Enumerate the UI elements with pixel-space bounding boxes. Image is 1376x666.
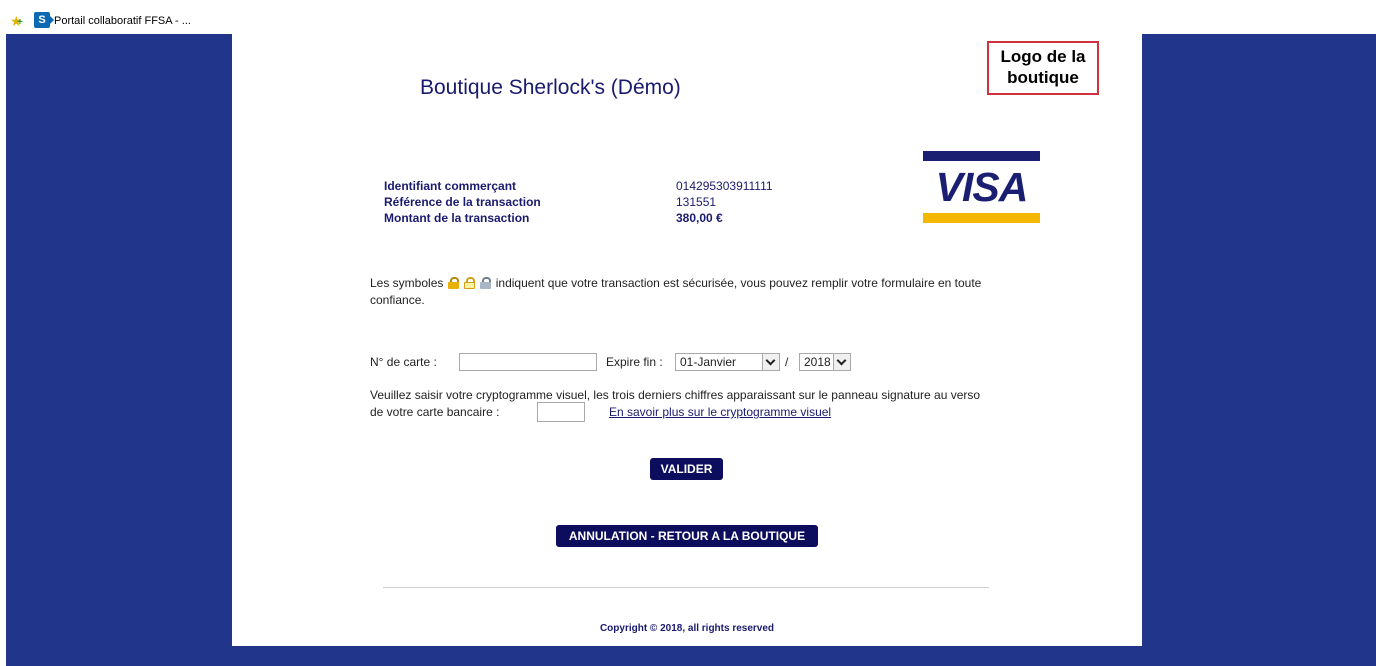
cvv-info-link[interactable]: En savoir plus sur le cryptogramme visue… (609, 404, 831, 421)
security-notice: Les symboles indiquent que votre transac… (370, 275, 1010, 309)
amount-value: 380,00 € (676, 211, 723, 225)
logo-line-1: Logo de la (1000, 47, 1086, 66)
expiry-label: Expire fin : (606, 355, 663, 369)
merchant-id-label: Identifiant commerçant (384, 179, 517, 193)
expiry-separator: / (785, 355, 789, 369)
visa-top-bar (923, 151, 1040, 161)
favorites-bar: ★ S Portail collaboratif FFSA - ... (0, 0, 1376, 34)
shop-logo-placeholder: Logo de la boutique (987, 41, 1099, 95)
card-number-label: N° de carte : (370, 355, 437, 369)
expiry-month-select[interactable]: 01-Janvier (675, 353, 780, 371)
cvv-label: de votre carte bancaire : (370, 405, 500, 419)
card-row: N° de carte : Expire fin : 01-Janvier / … (370, 353, 990, 373)
favorite-link-portail[interactable]: Portail collaboratif FFSA - ... (54, 14, 191, 28)
logo-line-2: boutique (1007, 68, 1079, 87)
security-text-before: Les symboles (370, 276, 444, 290)
expiry-year-select[interactable]: 2018 (799, 353, 851, 371)
shop-title: Boutique Sherlock's (Démo) (420, 76, 681, 99)
sharepoint-icon: S (34, 12, 54, 28)
validate-button[interactable]: VALIDER (650, 458, 723, 480)
reference-label: Référence de la transaction (384, 195, 541, 209)
expiry-month-value: 01-Janvier (680, 355, 737, 369)
cvv-instructions: Veuillez saisir votre cryptogramme visue… (370, 388, 981, 402)
add-favorite-star-icon[interactable]: ★ (10, 14, 23, 30)
visa-logo: VISA (923, 151, 1040, 223)
copyright-text: Copyright © 2018, all rights reserved (599, 623, 775, 634)
payment-page-background: Boutique Sherlock's (Démo) Logo de la bo… (6, 34, 1376, 666)
chevron-down-icon[interactable] (762, 354, 779, 370)
amount-label: Montant de la transaction (384, 211, 530, 225)
merchant-id-value: 014295303911111 (676, 179, 773, 193)
lock-gold-icon (447, 277, 459, 289)
reference-value: 131551 (676, 195, 717, 209)
payment-panel: Boutique Sherlock's (Démo) Logo de la bo… (232, 34, 1142, 646)
card-number-input[interactable] (459, 353, 597, 371)
chevron-down-icon[interactable] (833, 354, 850, 370)
lock-grey-icon (480, 277, 492, 289)
visa-wordmark: VISA (935, 164, 1029, 210)
lock-open-yellow-icon (464, 277, 476, 289)
footer-divider (383, 587, 989, 588)
cvv-input[interactable] (537, 402, 585, 422)
visa-bottom-bar (923, 213, 1040, 223)
cancel-return-button[interactable]: ANNULATION - RETOUR A LA BOUTIQUE (556, 525, 818, 547)
expiry-year-value: 2018 (804, 355, 831, 369)
security-text-after: indiquent que votre transaction est sécu… (370, 276, 982, 307)
